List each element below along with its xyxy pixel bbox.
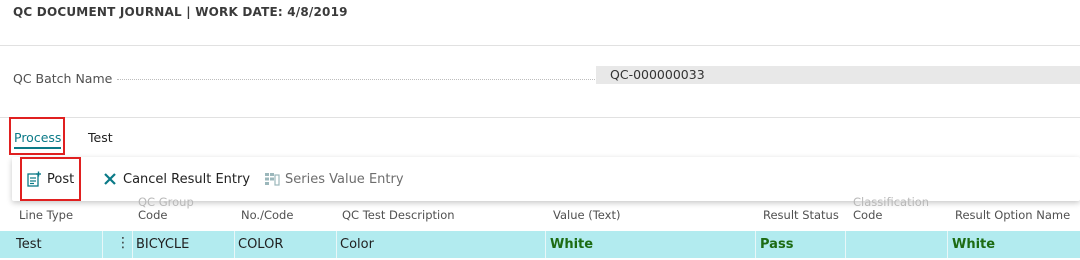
- cancel-result-entry-label: Cancel Result Entry: [123, 171, 251, 187]
- col-header-qc-test-description[interactable]: QC Test Description: [342, 209, 455, 222]
- column-separator: [234, 231, 235, 258]
- close-x-icon: [102, 171, 118, 187]
- batch-name-input[interactable]: QC-000000033: [596, 66, 1080, 84]
- series-value-entry-button[interactable]: Series Value Entry: [264, 171, 404, 187]
- column-separator: [336, 231, 337, 258]
- tab-test[interactable]: Test: [88, 130, 113, 145]
- cell-no-code[interactable]: COLOR: [238, 237, 283, 252]
- table-row[interactable]: Test ⋮ BICYCLE COLOR Color White Pass Wh…: [0, 231, 1080, 258]
- series-value-entry-label: Series Value Entry: [285, 171, 404, 187]
- column-separator: [947, 231, 948, 258]
- col-header-value-text[interactable]: Value (Text): [553, 209, 620, 222]
- cell-result-option-name[interactable]: White: [952, 237, 995, 252]
- page-title: QC DOCUMENT JOURNAL | WORK DATE: 4/8/201…: [13, 5, 348, 19]
- row-more-options-icon[interactable]: ⋮: [116, 235, 130, 251]
- header-divider: [0, 45, 1080, 46]
- column-separator: [102, 231, 103, 258]
- process-tab-highlight-box: [9, 117, 65, 155]
- cell-qc-group-code[interactable]: BICYCLE: [136, 237, 189, 252]
- col-header-no-code[interactable]: No./Code: [241, 209, 293, 222]
- batch-name-label: QC Batch Name: [13, 71, 113, 86]
- batch-name-field-row: QC Batch Name QC-000000033: [13, 66, 1080, 90]
- field-leader-dots: [117, 79, 595, 80]
- cell-line-type[interactable]: Test: [16, 237, 42, 252]
- column-separator: [545, 231, 546, 258]
- col-header-line-type[interactable]: Line Type: [19, 209, 73, 222]
- cell-result-status[interactable]: Pass: [760, 237, 793, 252]
- col-header-classification-bottom: Code: [853, 208, 883, 222]
- col-header-classification-code[interactable]: Classification Code: [853, 196, 929, 222]
- col-header-result-status[interactable]: Result Status: [763, 209, 839, 222]
- column-separator: [132, 231, 133, 258]
- grid-entry-icon: [264, 171, 280, 187]
- col-header-qc-group-bottom: Code: [138, 208, 168, 222]
- col-header-result-option-name[interactable]: Result Option Name: [955, 209, 1070, 222]
- column-separator: [845, 231, 846, 258]
- cancel-result-entry-button[interactable]: Cancel Result Entry: [102, 171, 250, 187]
- cell-value-text[interactable]: White: [550, 237, 593, 252]
- col-header-qc-group-code[interactable]: QC Group Code: [138, 196, 194, 222]
- post-button-highlight-box: [20, 157, 81, 201]
- section-divider: [0, 117, 1080, 118]
- cell-qc-test-description[interactable]: Color: [340, 237, 374, 252]
- column-separator: [755, 231, 756, 258]
